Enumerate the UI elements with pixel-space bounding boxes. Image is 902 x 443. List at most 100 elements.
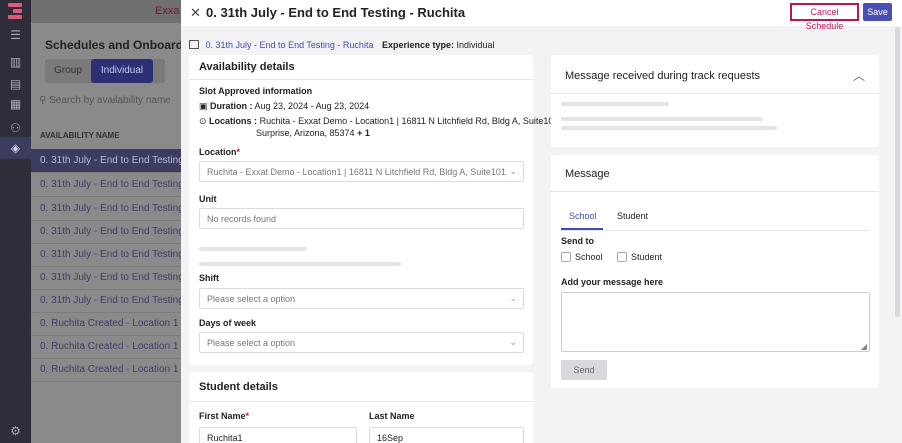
days-label: Days of week: [199, 318, 257, 328]
resize-handle-icon[interactable]: ◢: [861, 342, 867, 351]
required-mark: *: [236, 147, 241, 157]
view-toggle: Group Individual: [45, 59, 165, 83]
message-header: Message: [565, 168, 610, 180]
schedules-list-panel: Exxa Schedules and Onboarding Group Indi…: [31, 0, 181, 443]
save-button[interactable]: Save: [863, 3, 892, 21]
last-name-label: Last Name: [369, 411, 415, 421]
student-checkbox-label: Student: [631, 252, 663, 262]
days-select[interactable]: Please select a option ⌄: [199, 332, 524, 353]
breadcrumb-link[interactable]: 0. 31th July - End to End Testing - Ruch…: [206, 40, 374, 50]
first-name-value: Ruchita1: [207, 433, 243, 443]
users-icon[interactable]: ⚇: [8, 121, 23, 136]
panel-title: Schedules and Onboarding: [45, 38, 181, 52]
modal-title: 0. 31th July - End to End Testing - Ruch…: [206, 5, 466, 20]
first-name-field[interactable]: Ruchita1: [199, 427, 357, 443]
availability-header: Availability details: [199, 61, 295, 73]
list-item[interactable]: 0. Ruchita Created - Location 1 - Mohit …: [31, 358, 181, 382]
chevron-down-icon: ⌄: [509, 293, 517, 303]
duration-label: Duration :: [210, 101, 253, 111]
shift-label: Shift: [199, 273, 219, 283]
loading-skeleton: [561, 117, 763, 121]
student-card: Student details First Name* Last Name Ru…: [189, 372, 533, 443]
track-header: Message received during track requests: [565, 70, 761, 82]
locations-more[interactable]: + 1: [357, 128, 370, 138]
list-item[interactable]: 0. 31th July - End to End Testing - Ruch…: [31, 220, 181, 244]
chevron-up-icon[interactable]: ︿: [853, 67, 865, 84]
experience-type-label: Experience type:: [381, 40, 454, 50]
list-item[interactable]: 0. 31th July - End to End Testing - Ruch…: [31, 266, 181, 290]
app-rail: ☰ ▥ ▤ ▦ ⚇ ◈ ⚙: [0, 0, 31, 443]
list-item[interactable]: 0. 31th July - End to End Testing - Ruch…: [31, 243, 181, 267]
days-placeholder: Please select a option: [207, 338, 296, 348]
experience-type-value: Individual: [456, 40, 495, 50]
cancel-schedule-button[interactable]: Cancel Schedule: [790, 3, 859, 31]
locations-row: ⊙ Locations : Ruchita - Exxat Demo - Loc…: [199, 116, 561, 127]
locations-value: Ruchita - Exxat Demo - Location1 | 16811…: [259, 116, 561, 126]
school-checkbox[interactable]: [561, 252, 571, 262]
loading-skeleton: [199, 247, 307, 251]
send-to-label: Send to: [561, 236, 594, 246]
send-button[interactable]: Send: [561, 360, 607, 380]
availability-card: Availability details Slot Approved infor…: [189, 55, 561, 365]
slot-title: Slot Approved information: [199, 86, 313, 96]
tab-divider: [561, 230, 869, 231]
compose-label: Add your message here: [561, 277, 664, 287]
location-field-label: Location*: [199, 147, 240, 157]
tab-school[interactable]: School: [569, 211, 597, 221]
divider: [551, 93, 879, 94]
document-icon[interactable]: ▤: [8, 77, 23, 92]
menu-icon[interactable]: ☰: [8, 28, 23, 43]
schedules-icon[interactable]: ◈: [0, 137, 31, 159]
message-textarea[interactable]: ◢: [561, 292, 870, 352]
student-header: Student details: [199, 381, 278, 393]
school-checkbox-label: School: [575, 252, 603, 262]
unit-value: No records found: [207, 214, 277, 224]
settings-icon[interactable]: ⚙: [8, 424, 23, 439]
student-checkbox[interactable]: [617, 252, 627, 262]
location-label-text: Location: [199, 147, 237, 157]
search-icon: ⚲: [39, 95, 50, 106]
shift-select[interactable]: Please select a option ⌄: [199, 288, 524, 309]
availability-search[interactable]: ⚲ Search by availability name: [39, 95, 179, 106]
loading-skeleton: [199, 262, 401, 266]
location-pin-icon: ⊙: [199, 116, 210, 126]
close-icon[interactable]: ✕: [190, 5, 201, 21]
brand-name: Exxa: [155, 5, 180, 17]
chevron-down-icon: ⌄: [509, 337, 517, 347]
breadcrumb: 0. 31th July - End to End Testing - Ruch…: [189, 40, 495, 50]
column-header: AVAILABILITY NAME: [40, 131, 120, 140]
location-select[interactable]: Ruchita - Exxat Demo - Location1 | 16811…: [199, 161, 524, 182]
unit-field[interactable]: No records found: [199, 208, 524, 229]
locations-label: Locations :: [209, 116, 258, 126]
tab-student[interactable]: Student: [617, 211, 648, 221]
list-item[interactable]: 0. Ruchita Created - Location 1 - Mohit …: [31, 312, 181, 336]
unit-label: Unit: [199, 194, 217, 204]
list-item[interactable]: 0. 31th July - End to End Testing - Ruch…: [31, 149, 181, 173]
schedule-modal: ✕ 0. 31th July - End to End Testing - Ru…: [181, 0, 902, 443]
list-item[interactable]: 0. 31th July - End to End Testing - Ruch…: [31, 289, 181, 313]
toggle-individual[interactable]: Individual: [91, 59, 153, 83]
analytics-icon[interactable]: ▥: [8, 55, 23, 70]
last-name-field[interactable]: 16Sep: [369, 427, 524, 443]
modal-scrollbar[interactable]: [895, 27, 900, 317]
list-item[interactable]: 0. Ruchita Created - Location 1 - Mohit …: [31, 335, 181, 359]
report-icon[interactable]: ▦: [8, 97, 23, 112]
list-item[interactable]: 0. 31th July - End to End Testing - Ruch…: [31, 173, 181, 197]
chevron-down-icon: ⌄: [509, 166, 517, 176]
required-mark: *: [245, 411, 250, 421]
shift-placeholder: Please select a option: [207, 294, 296, 304]
first-name-label-text: First Name: [199, 411, 246, 421]
message-card: Message School Student Send to School St…: [551, 155, 879, 388]
loading-skeleton: [561, 126, 777, 130]
divider: [189, 79, 533, 80]
locations-value-line2: Surprise, Arizona, 85374 + 1: [256, 128, 370, 138]
list-item[interactable]: 0. 31th July - End to End Testing - Ruch…: [31, 197, 181, 221]
divider: [551, 191, 879, 192]
track-messages-card: Message received during track requests ︿: [551, 55, 879, 147]
toggle-group[interactable]: Group: [45, 59, 91, 83]
calendar-icon: ▣: [199, 101, 211, 111]
first-name-label: First Name*: [199, 411, 249, 421]
last-name-value: 16Sep: [377, 433, 404, 443]
duration-value: Aug 23, 2024 - Aug 23, 2024: [254, 101, 370, 111]
location-value: Ruchita - Exxat Demo - Location1 | 16811…: [207, 167, 507, 177]
